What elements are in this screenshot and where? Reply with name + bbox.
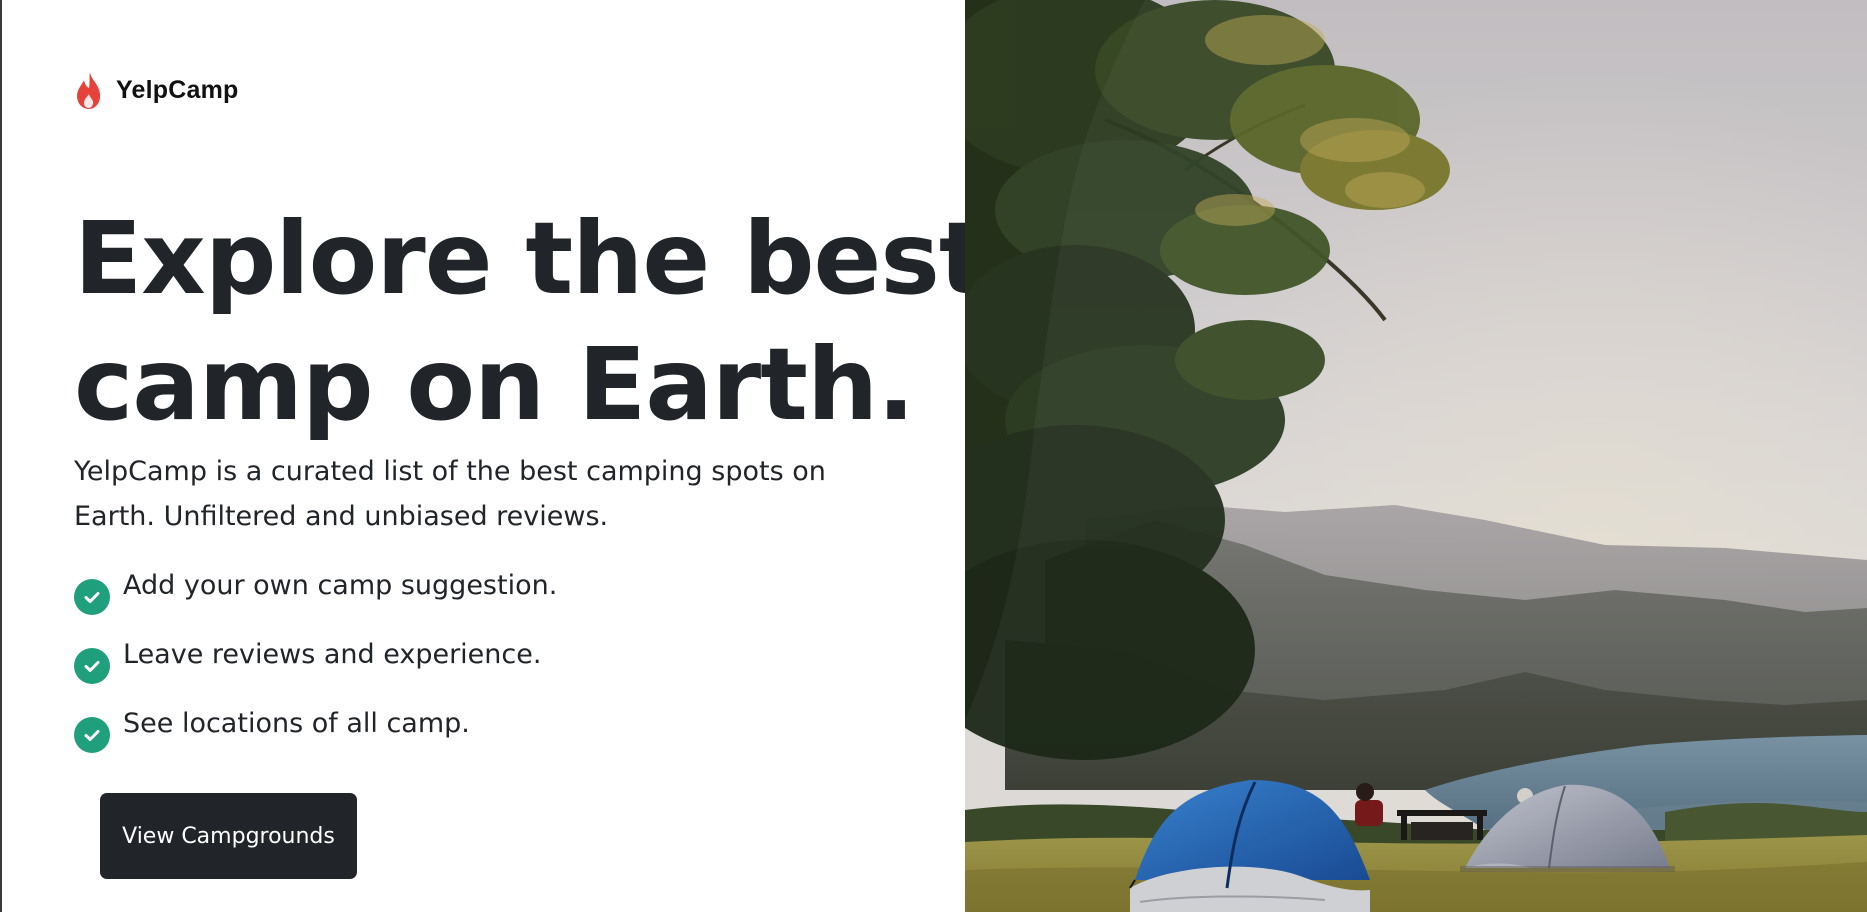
feature-text: Add your own camp suggestion.: [123, 570, 558, 601]
hero-content: YelpCamp Explore the best camp on Earth.…: [2, 0, 987, 912]
hero-title-line2: camp on Earth.: [74, 326, 915, 443]
landing-page: YelpCamp Explore the best camp on Earth.…: [0, 0, 1867, 912]
camping-landscape-photo: [965, 0, 1867, 912]
check-circle-icon: [74, 648, 110, 684]
list-item: See locations of all camp.: [74, 705, 557, 774]
feature-text: See locations of all camp.: [123, 708, 470, 739]
view-campgrounds-button[interactable]: View Campgrounds: [100, 793, 357, 879]
hero-title: Explore the best camp on Earth.: [74, 196, 987, 448]
hero-lead: YelpCamp is a curated list of the best c…: [74, 456, 826, 532]
feature-text: Leave reviews and experience.: [123, 639, 542, 670]
feature-list: Add your own camp suggestion. Leave revi…: [74, 567, 557, 774]
hero-image: [965, 0, 1867, 912]
list-item: Add your own camp suggestion.: [74, 567, 557, 636]
list-item: Leave reviews and experience.: [74, 636, 557, 705]
check-circle-icon: [74, 717, 110, 753]
hero-title-line1: Explore the best: [74, 200, 987, 317]
brand[interactable]: YelpCamp: [74, 70, 238, 110]
flame-icon: [77, 72, 101, 109]
brand-name: YelpCamp: [116, 75, 239, 104]
check-circle-icon: [74, 579, 110, 615]
